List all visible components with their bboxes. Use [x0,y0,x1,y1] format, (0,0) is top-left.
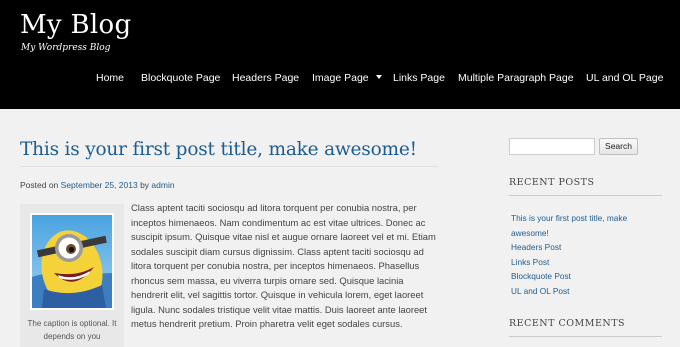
nav-item-home[interactable]: Home [96,72,124,84]
nav-item-links-page[interactable]: Links Page [393,72,445,84]
recent-post-item[interactable]: This is your first post title, make awes… [511,211,661,240]
nav-item-image-page[interactable]: Image Page [312,72,382,84]
nav-item-ul-ol-page[interactable]: UL and OL Page [586,72,663,84]
image-caption: The caption is optional. It depends on y… [27,319,117,341]
post-meta-by: by [140,180,150,190]
post-title[interactable]: This is your first post title, make awes… [20,139,417,160]
recent-post-item[interactable]: Links Post [511,255,661,270]
post-date-link[interactable]: September 25, 2013 [61,180,138,190]
post-body: Class aptent taciti sociosqu ad litora t… [131,202,436,329]
main-nav: Home Blockquote Page Headers Page Image … [0,72,680,86]
search-input[interactable] [509,138,595,155]
recent-comments-divider [509,336,662,337]
nav-item-blockquote-page[interactable]: Blockquote Page [141,72,220,84]
post-meta: Posted on September 25, 2013 by admin [20,180,175,190]
recent-posts-divider [509,195,662,196]
recent-posts-list: This is your first post title, make awes… [511,211,661,298]
recent-posts-title: RECENT POSTS [509,177,595,188]
recent-comments-title: RECENT COMMENTS [509,318,626,329]
recent-post-item[interactable]: UL and OL Post [511,284,661,299]
recent-post-item[interactable]: Blockquote Post [511,269,661,284]
minion-image [32,215,112,308]
nav-item-image-page-label: Image Page [312,72,369,84]
site-header: My Blog My Wordpress Blog Home Blockquot… [0,0,680,109]
post-meta-prefix: Posted on [20,180,59,190]
post-author-link[interactable]: admin [151,180,174,190]
site-tagline: My Wordpress Blog [21,43,111,53]
post-figure: The caption is optional. It depends on y… [20,204,124,347]
search-button[interactable]: Search [599,138,638,155]
nav-item-multiple-paragraph-page[interactable]: Multiple Paragraph Page [458,72,574,84]
post-image[interactable] [30,213,114,310]
site-title[interactable]: My Blog [20,10,131,40]
recent-post-item[interactable]: Headers Post [511,240,661,255]
chevron-down-icon [375,75,382,79]
nav-item-headers-page[interactable]: Headers Page [232,72,299,84]
title-divider [20,166,438,167]
